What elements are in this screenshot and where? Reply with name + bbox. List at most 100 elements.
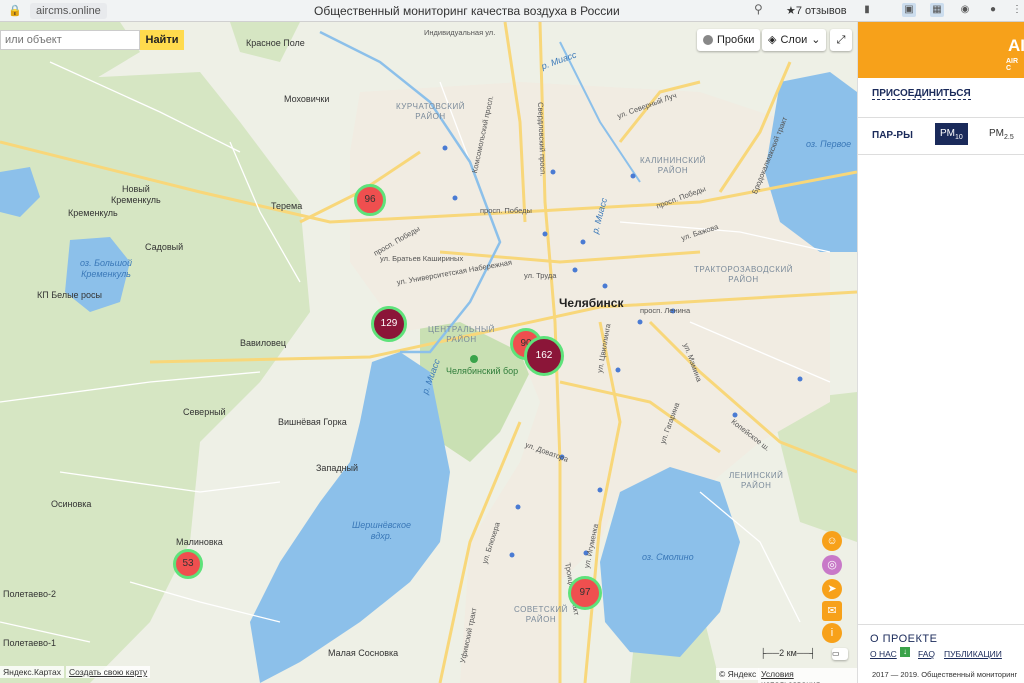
scale-label: 2 км <box>779 648 797 658</box>
place-label: Садовый <box>145 242 184 252</box>
street-label: ул. Труда <box>524 271 557 280</box>
park-label: Челябинский бор <box>446 366 519 376</box>
menu-icon[interactable]: ⋮ <box>1010 3 1024 17</box>
marker-value: 162 <box>535 350 553 361</box>
ruler-icon: ▭ <box>832 649 840 658</box>
street-label: ул. Братьев Кашириных <box>380 254 464 263</box>
street-label: просп. Ленина <box>640 306 691 315</box>
side-panel: AIR AIR C ПРИСОЕДИНИТЬСЯ ПАР-РЫ PM10 PM2… <box>857 22 1024 683</box>
place-label: Полетаево-2 <box>3 589 56 599</box>
scale-bar-icon: ├── <box>760 648 780 658</box>
brand-logo[interactable]: AIR <box>1008 36 1024 56</box>
ruler-button[interactable]: ▭ <box>832 648 848 660</box>
sensor-marker[interactable]: 53 <box>173 549 203 579</box>
district-label: КАЛИНИНСКИЙ РАЙОН <box>640 156 706 175</box>
marker-value: 129 <box>380 318 398 329</box>
lake-label: оз. Первое <box>806 139 852 149</box>
join-link[interactable]: ПРИСОЕДИНИТЬСЯ <box>872 88 971 100</box>
street-label: Индивидуальная ул. <box>424 28 496 37</box>
calendar-icon[interactable]: ▦ <box>930 3 944 17</box>
place-label: Малиновка <box>176 537 223 547</box>
shield-icon[interactable]: ● <box>986 3 1000 17</box>
district-label: СОВЕТСКИЙ РАЙОН <box>514 605 568 624</box>
browser-bar: 🔒 aircms.online Общественный мониторинг … <box>0 0 1024 22</box>
download-icon[interactable]: ↓ <box>900 647 910 657</box>
place-label: Моховички <box>284 94 330 104</box>
search-input[interactable] <box>0 30 140 50</box>
place-label: КП Белые росы <box>37 290 103 300</box>
search-button[interactable]: Найти <box>140 30 184 50</box>
marker-value: 53 <box>182 558 194 569</box>
sensor-marker[interactable]: 129 <box>371 306 407 342</box>
city-label: Челябинск <box>559 296 624 310</box>
place-label: Новый Кременкуль <box>111 184 161 205</box>
telegram-button[interactable]: ➤ <box>822 579 842 599</box>
faq-link[interactable]: FAQ <box>918 649 935 659</box>
yandex-maps-link[interactable]: Яндекс.Картах <box>0 666 64 678</box>
district-label: ЦЕНТРАЛЬНЫЙ РАЙОН <box>428 325 495 344</box>
place-label: Кременкуль <box>68 208 118 218</box>
telegram-icon: ➤ <box>827 583 837 595</box>
panel-header: AIR AIR C <box>858 22 1024 78</box>
place-label: Осиновка <box>51 499 92 509</box>
fullscreen-button[interactable]: ⤢ <box>830 29 852 51</box>
page-title: Общественный мониторинг качества воздуха… <box>314 4 620 18</box>
district-label: ЛЕНИНСКИЙ РАЙОН <box>729 471 784 490</box>
divider <box>858 117 1024 118</box>
district-label: ТРАКТОРОЗАВОДСКИЙ РАЙОН <box>694 265 793 284</box>
traffic-button[interactable]: Пробки <box>697 29 761 51</box>
expand-icon: ⤢ <box>836 34 846 46</box>
sensor-marker[interactable]: 96 <box>354 184 386 216</box>
user-icon: ☺ <box>826 535 838 547</box>
layers-label: Слои <box>780 34 808 46</box>
sensor-marker[interactable]: 162 <box>524 336 564 376</box>
terms-link[interactable]: Условия использования <box>758 668 857 683</box>
reviews-link[interactable]: ★7 отзывов <box>786 3 847 19</box>
footer-text: 2017 — 2019. Общественный мониторинг <box>872 670 1018 679</box>
traffic-label: Пробки <box>717 34 755 46</box>
place-label: Западный <box>316 463 359 473</box>
place-label: Терема <box>271 201 303 211</box>
instagram-icon: ◎ <box>827 559 837 571</box>
lake-label: оз. Большой Кременкуль <box>80 258 133 279</box>
info-icon: i <box>830 627 834 639</box>
sensor-marker[interactable]: 97 <box>568 576 602 610</box>
copyright-text: © Яндекс <box>716 668 760 680</box>
place-label: Северный <box>183 407 226 417</box>
district-label: КУРЧАТОВСКИЙ РАЙОН <box>396 102 465 121</box>
place-label: Полетаево-1 <box>3 638 56 648</box>
marker-value: 96 <box>364 194 376 205</box>
user-button[interactable]: ☺ <box>822 531 842 551</box>
create-map-link[interactable]: Создать свою карту <box>66 666 151 678</box>
chevron-down-icon: ⌄ <box>811 34 821 46</box>
lock-icon: 🔒 <box>8 5 22 17</box>
extension-icon[interactable]: ▣ <box>902 3 916 17</box>
layers-button[interactable]: ◈ Слои ⌄ <box>762 29 827 51</box>
traffic-icon <box>703 35 713 45</box>
divider <box>858 154 1024 155</box>
marker-value: 97 <box>579 587 591 598</box>
place-label: Вавиловец <box>240 338 287 348</box>
place-label: Красное Поле <box>246 38 305 48</box>
search-extension-icon[interactable]: ◉ <box>958 3 972 17</box>
brand-subtitle: AIR C <box>1006 58 1019 72</box>
email-button[interactable]: ✉ <box>822 601 842 621</box>
map-scale: ├──2 км──┤ <box>760 648 816 658</box>
divider <box>858 624 1024 625</box>
publications-link[interactable]: ПУБЛИКАЦИИ <box>944 649 1002 659</box>
location-pin-icon[interactable]: ⚲ <box>754 2 763 16</box>
place-label: Малая Сосновка <box>328 648 399 658</box>
street-label: просп. Победы <box>480 206 532 215</box>
bookmark-icon[interactable]: ▮ <box>860 3 874 17</box>
about-us-link[interactable]: О НАС <box>870 649 897 659</box>
address-bar[interactable]: aircms.online <box>30 3 107 19</box>
info-button[interactable]: i <box>822 623 842 643</box>
lake-label: оз. Смолино <box>642 552 694 562</box>
about-heading: О ПРОЕКТЕ <box>870 633 938 645</box>
park-pin-icon <box>470 355 478 363</box>
params-label: ПАР-РЫ <box>872 130 913 141</box>
instagram-button[interactable]: ◎ <box>822 555 842 575</box>
pm10-button[interactable]: PM10 <box>935 123 968 145</box>
map-canvas[interactable]: Найти Пробки ◈ Слои ⌄ ⤢ Красное Поле Мох… <box>0 22 857 683</box>
pm25-button[interactable]: PM2.5 <box>984 123 1019 145</box>
